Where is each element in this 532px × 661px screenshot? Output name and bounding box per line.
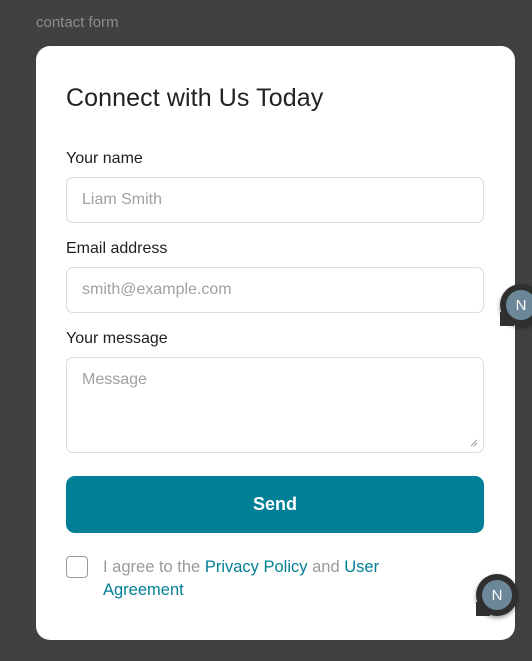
consent-text: I agree to the Privacy Policy and User A… (103, 556, 443, 602)
form-title: Connect with Us Today (66, 84, 324, 112)
message-label: Your message (66, 330, 168, 347)
privacy-policy-link[interactable]: Privacy Policy (205, 558, 308, 576)
avatar-initial: N (506, 290, 532, 320)
consent-checkbox[interactable] (66, 556, 88, 578)
resize-grip-icon[interactable] (470, 439, 478, 447)
email-input[interactable]: smith@example.com (66, 267, 484, 313)
contact-form-card: Connect with Us Today Your name Liam Smi… (36, 46, 515, 640)
email-placeholder: smith@example.com (82, 281, 232, 298)
name-placeholder: Liam Smith (82, 191, 163, 208)
consent-middle: and (307, 558, 345, 576)
chat-avatar-button[interactable]: N (500, 284, 532, 326)
page-label: contact form (36, 14, 119, 31)
name-input[interactable]: Liam Smith (66, 177, 484, 223)
chat-avatar-button[interactable]: N (476, 574, 518, 616)
email-label: Email address (66, 240, 168, 257)
avatar-initial: N (482, 580, 512, 610)
name-label: Your name (66, 150, 143, 167)
message-placeholder: Message (82, 371, 147, 388)
message-textarea[interactable]: Message (66, 357, 484, 453)
consent-prefix: I agree to the (103, 558, 205, 576)
send-button[interactable]: Send (66, 476, 484, 533)
